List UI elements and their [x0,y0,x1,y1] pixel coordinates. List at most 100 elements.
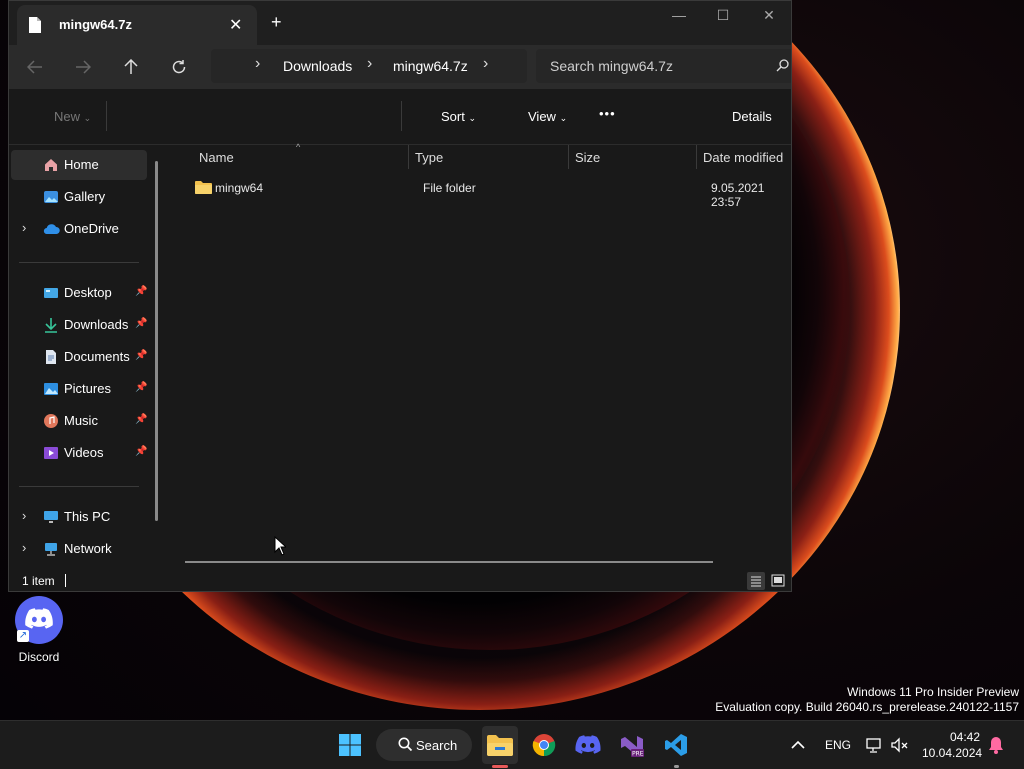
taskbar-visual-studio-preview[interactable]: PRE [616,729,648,761]
network-icon [43,541,59,557]
desktop-folder-icon [43,285,59,301]
explorer-tab[interactable]: mingw64.7z ✕ [17,5,257,45]
search-icon [398,737,413,755]
column-header-date-modified[interactable]: Date modified [703,150,783,165]
documents-icon [43,349,59,365]
notifications-button[interactable] [980,729,1012,761]
chevron-right-icon[interactable]: › [367,55,372,73]
pin-icon[interactable]: 📌 [135,414,147,425]
volume-button[interactable] [884,729,916,761]
file-name[interactable]: mingw64 [215,181,263,195]
show-hidden-icons-button[interactable] [782,729,814,761]
pin-icon[interactable]: 📌 [135,350,147,361]
horizontal-scrollbar[interactable] [185,561,713,563]
forward-button[interactable] [71,55,95,79]
sidebar-item-documents[interactable]: Documents 📌 [11,342,147,372]
column-divider[interactable] [568,145,569,169]
column-header-type[interactable]: Type [415,150,443,165]
pin-icon[interactable]: 📌 [135,286,147,297]
chevron-down-icon: ⌄ [559,113,568,123]
view-button[interactable]: View ⌄ [528,109,567,124]
watermark-line-2: Evaluation copy. Build 26040.rs_prerelea… [715,700,1019,714]
taskbar-search[interactable]: Search [376,729,472,761]
more-options-button[interactable]: ••• [599,106,616,121]
column-header-name[interactable]: Name [199,150,234,165]
column-divider[interactable] [408,145,409,169]
sidebar-item-pictures[interactable]: Pictures 📌 [11,374,147,404]
file-list: ^ Name Type Size Date modified mingw64 F… [167,142,791,569]
sidebar-item-gallery[interactable]: Gallery [11,182,147,212]
sidebar-item-network[interactable]: › Network [11,534,147,564]
refresh-icon [172,60,186,74]
pictures-icon [43,381,59,397]
tab-title: mingw64.7z [59,17,132,32]
search-box[interactable]: Search mingw64.7z [536,49,791,83]
input-language[interactable]: ENG [825,738,851,752]
clock-time[interactable]: 04:42 [950,730,980,744]
taskbar-search-label: Search [416,738,458,753]
address-bar[interactable]: › Downloads › mingw64.7z › [211,49,527,83]
search-input[interactable]: Search mingw64.7z [550,58,673,74]
details-button[interactable]: Details [732,109,772,124]
back-button[interactable] [23,55,47,79]
file-type: File folder [423,181,476,195]
sidebar-item-label: Documents [64,349,130,364]
chevron-right-icon[interactable]: › [22,220,26,235]
desktop-icon-discord[interactable]: ↗ Discord [12,596,66,664]
column-header-size[interactable]: Size [575,150,600,165]
clock-date[interactable]: 10.04.2024 [922,746,982,760]
new-button[interactable]: New ⌄ [54,109,91,124]
chevron-right-icon[interactable]: › [483,55,488,73]
pin-icon[interactable]: 📌 [135,446,147,457]
pin-icon[interactable]: 📌 [135,382,147,393]
sort-button[interactable]: Sort ⌄ [441,109,476,124]
tiles-view-button[interactable] [769,572,787,590]
close-tab-icon[interactable]: ✕ [229,15,242,35]
refresh-button[interactable] [167,55,191,79]
chevron-right-icon[interactable]: › [22,540,26,555]
sidebar-item-this-pc[interactable]: › This PC [11,502,147,532]
arrow-right-icon [76,60,91,74]
column-divider[interactable] [696,145,697,169]
new-tab-button[interactable]: + [271,13,282,31]
up-button[interactable] [119,55,143,79]
command-bar: New ⌄ Sort ⌄ View ⌄ ••• Details [9,89,791,145]
chevron-right-icon[interactable]: › [22,508,26,523]
status-bar: 1 item [9,569,791,591]
chrome-icon [532,734,556,757]
close-window-button[interactable]: ✕ [749,7,789,24]
file-icon [29,17,41,36]
sidebar-item-home[interactable]: Home [11,150,147,180]
taskbar-discord[interactable] [572,729,604,761]
visual-studio-preview-icon: PRE [621,736,644,758]
minimize-button[interactable]: — [659,7,699,23]
gallery-icon [43,189,59,205]
folder-icon [195,180,212,197]
breadcrumb-downloads[interactable]: Downloads [283,58,352,74]
sidebar-item-music[interactable]: Music 📌 [11,406,147,436]
tiles-view-icon [771,574,785,587]
discord-icon [575,735,601,754]
music-icon [43,413,59,429]
pin-icon[interactable]: 📌 [135,318,147,329]
sidebar-item-desktop[interactable]: Desktop 📌 [11,278,147,308]
download-icon [43,317,59,333]
sidebar-item-label: Music [64,413,98,428]
mouse-cursor-icon [274,535,288,559]
videos-icon [43,445,59,461]
sidebar-item-onedrive[interactable]: › OneDrive [11,214,147,244]
sidebar-scrollbar[interactable] [155,161,158,521]
sidebar-item-label: This PC [64,509,111,524]
maximize-button[interactable]: ☐ [703,7,743,24]
breadcrumb-current[interactable]: mingw64.7z [393,58,468,74]
chevron-right-icon[interactable]: › [255,55,260,73]
taskbar-file-explorer[interactable] [484,729,516,761]
taskbar-chrome[interactable] [528,729,560,761]
table-row[interactable]: mingw64 File folder 9.05.2021 23:57 [183,175,783,209]
taskbar-vscode[interactable] [660,729,692,761]
details-view-button[interactable] [747,572,765,590]
start-button[interactable] [334,729,366,761]
bell-icon [989,737,1003,754]
sidebar-item-downloads[interactable]: Downloads 📌 [11,310,147,340]
sidebar-item-videos[interactable]: Videos 📌 [11,438,147,468]
